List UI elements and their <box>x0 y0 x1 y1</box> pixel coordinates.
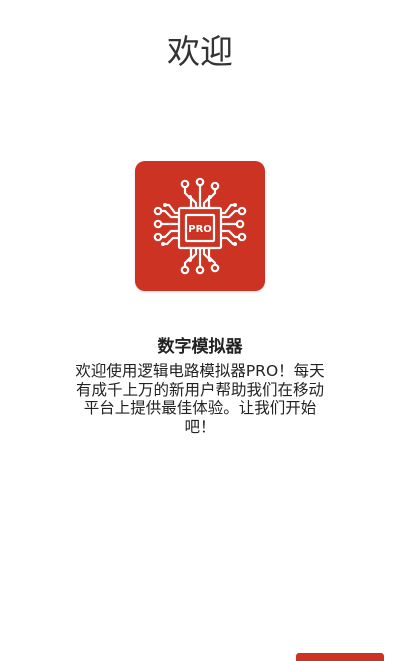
chip-label: PRO <box>188 224 212 235</box>
app-name: 数字模拟器 <box>157 337 243 357</box>
next-button[interactable] <box>296 653 384 661</box>
welcome-screen: 欢迎 PRO 数字模拟器 欢迎使用逻辑电路模拟器PRO！每天有成千上万的新用户帮… <box>0 0 400 661</box>
welcome-description: 欢迎使用逻辑电路模拟器PRO！每天有成千上万的新用户帮助我们在移动平台上提供最佳… <box>75 362 325 436</box>
app-logo: PRO <box>135 161 265 291</box>
circuit-chip-icon: PRO <box>153 177 247 275</box>
page-title: 欢迎 <box>167 32 233 71</box>
